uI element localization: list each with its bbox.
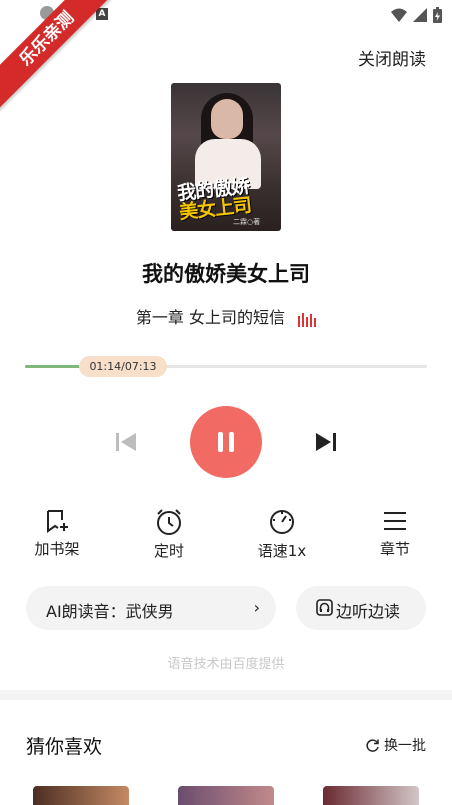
ai-voice-selector[interactable]: AI朗读音：武侠男 › <box>26 586 276 630</box>
refresh-recommend-button[interactable]: 换一批 <box>365 735 426 755</box>
cover-figure-face <box>211 99 243 139</box>
voice-provider-note: 语音技术由百度提供 <box>167 657 285 672</box>
speedometer-icon <box>270 510 294 534</box>
refresh-label: 换一批 <box>384 738 426 754</box>
bookshelf-add-icon <box>47 510 68 533</box>
close-reading-button[interactable]: 关闭朗读 <box>358 45 426 70</box>
recommend-book-thumbnail[interactable] <box>323 786 419 805</box>
menu-list-icon <box>384 512 406 530</box>
wifi-icon <box>391 8 407 22</box>
next-chapter-icon[interactable] <box>314 430 338 454</box>
timer-button[interactable]: 定时 <box>129 508 209 561</box>
speed-button[interactable]: 语速1x <box>242 508 322 561</box>
speed-label: 语速1x <box>257 542 307 560</box>
timer-label: 定时 <box>153 542 184 560</box>
pause-button[interactable] <box>190 406 262 478</box>
chapters-button[interactable]: 章节 <box>355 508 435 559</box>
cover-author: 二霖○著 <box>233 218 261 226</box>
progress-time-handle[interactable]: 01:14/07:13 <box>79 356 167 377</box>
book-cover[interactable]: 我的傲娇 美女上司 二霖○著 <box>171 83 281 231</box>
chevron-right-icon: › <box>253 598 260 617</box>
audio-wave-icon <box>298 312 317 327</box>
chapter-title: 第一章 女上司的短信 <box>135 308 285 327</box>
chapter-row[interactable]: 第一章 女上司的短信 <box>0 304 452 328</box>
recommend-book-thumbnail[interactable] <box>33 786 129 805</box>
pause-icon-bar-left <box>218 432 223 452</box>
notification-a-icon: A <box>96 8 108 20</box>
listen-while-reading-label: 边听边读 <box>336 602 401 621</box>
alarm-clock-icon <box>157 509 181 535</box>
recommend-title: 猜你喜欢 <box>26 736 103 758</box>
chapters-label: 章节 <box>379 540 410 558</box>
add-to-bookshelf-button[interactable]: 加书架 <box>17 508 97 559</box>
recommend-book-thumbnail[interactable] <box>178 786 274 805</box>
previous-chapter-icon[interactable] <box>114 430 138 454</box>
signal-icon <box>413 8 427 22</box>
battery-icon <box>433 7 442 23</box>
book-title: 我的傲娇美女上司 <box>142 262 310 286</box>
status-icons <box>391 6 442 24</box>
listen-while-reading-button[interactable]: 边听边读 <box>296 586 426 630</box>
section-divider <box>0 690 452 700</box>
pause-icon-bar-right <box>229 432 234 452</box>
bookshelf-label: 加书架 <box>34 540 80 558</box>
ai-voice-label: AI朗读音：武侠男 <box>46 602 174 621</box>
refresh-icon <box>366 738 379 752</box>
headphones-book-icon <box>316 599 333 616</box>
